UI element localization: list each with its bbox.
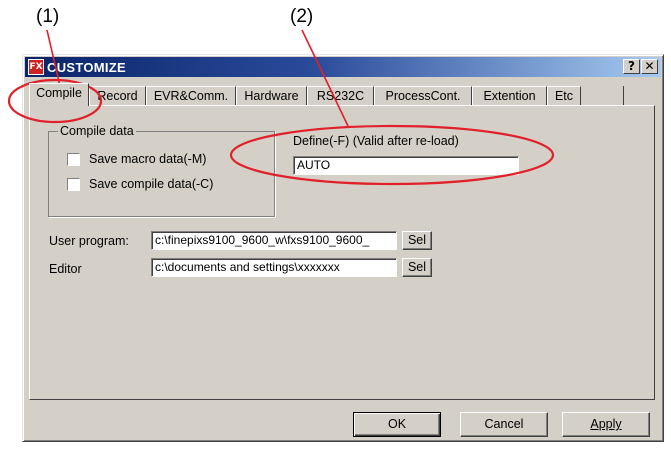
editor-label: Editor xyxy=(49,262,82,276)
tab-record[interactable]: Record xyxy=(89,86,146,105)
callout-label-2: (2) xyxy=(290,6,314,27)
save-compile-label: Save compile data(-C) xyxy=(89,177,214,191)
define-input[interactable]: AUTO xyxy=(293,156,519,175)
tab-processcont[interactable]: ProcessCont. xyxy=(374,86,472,105)
save-compile-checkbox[interactable] xyxy=(67,178,80,191)
user-program-input[interactable]: c:\finepixs9100_9600_w\fxs9100_9600_ xyxy=(151,231,397,250)
help-button[interactable]: ? xyxy=(623,59,640,74)
tab-evr-comm[interactable]: EVR&Comm. xyxy=(146,86,236,105)
editor-input[interactable]: c:\documents and settings\xxxxxxx xyxy=(151,258,397,277)
tab-etc[interactable]: Etc xyxy=(547,86,581,105)
save-macro-label: Save macro data(-M) xyxy=(89,152,207,166)
save-macro-checkbox[interactable] xyxy=(67,153,80,166)
callout-label-1: (1) xyxy=(36,6,60,27)
tab-hardware[interactable]: Hardware xyxy=(236,86,307,105)
app-icon[interactable]: FX xyxy=(28,59,44,75)
window-title: CUSTOMIZE xyxy=(47,60,127,75)
apply-label: Apply xyxy=(590,417,622,431)
compile-data-group: Compile data Save macro data(-M) Save co… xyxy=(48,124,275,217)
title-bar[interactable]: FX CUSTOMIZE ? ✕ xyxy=(25,57,661,77)
apply-button[interactable]: Apply xyxy=(562,412,650,437)
close-button[interactable]: ✕ xyxy=(641,59,658,74)
customize-dialog: FX CUSTOMIZE ? ✕ Compile Record EVR&Comm… xyxy=(22,54,664,442)
tab-strip: Compile Record EVR&Comm. Hardware RS232C… xyxy=(29,82,659,106)
tab-rs232c[interactable]: RS232C xyxy=(307,86,374,105)
ok-button[interactable]: OK xyxy=(353,412,441,437)
editor-sel-button[interactable]: Sel xyxy=(402,258,432,277)
user-program-sel-button[interactable]: Sel xyxy=(402,231,432,250)
tab-compile[interactable]: Compile xyxy=(29,83,89,106)
define-label: Define(-F) (Valid after re-load) xyxy=(293,134,459,148)
user-program-label: User program: xyxy=(49,234,129,248)
cancel-button[interactable]: Cancel xyxy=(460,412,548,437)
tab-extention[interactable]: Extention xyxy=(472,86,547,105)
tab-strip-end xyxy=(621,86,624,105)
compile-data-group-title: Compile data xyxy=(58,124,136,138)
